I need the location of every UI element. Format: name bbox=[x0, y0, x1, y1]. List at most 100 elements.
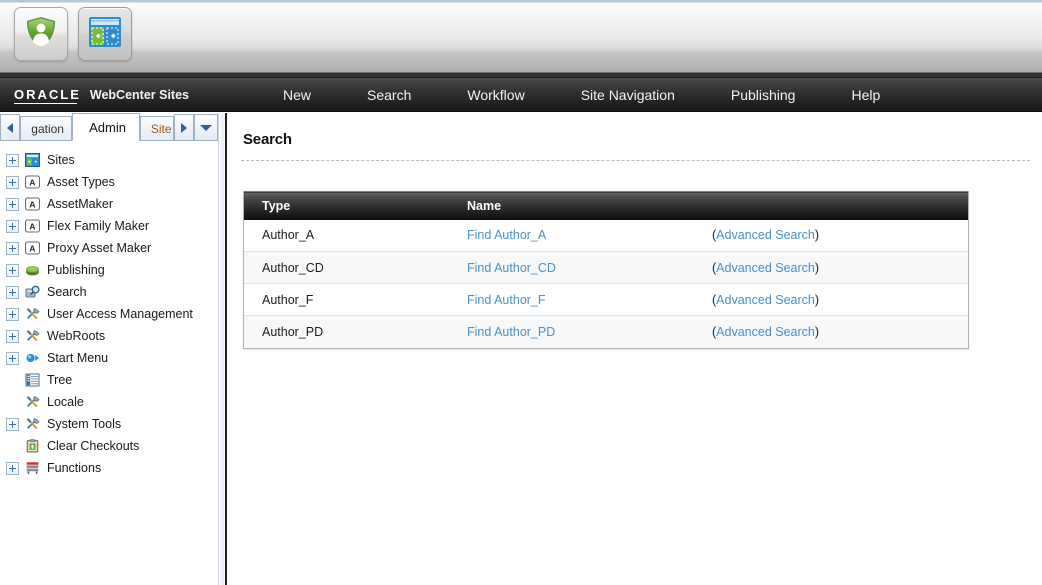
brand-menu-bar: ORACLE WebCenter Sites New Search Workfl… bbox=[0, 78, 1042, 112]
advanced-search-link[interactable]: Advanced Search bbox=[716, 325, 815, 339]
cell-type: Author_A bbox=[262, 228, 315, 243]
chevron-down-icon bbox=[200, 124, 213, 131]
toolbar-button-group bbox=[14, 7, 132, 61]
tree-item-locale[interactable]: Locale bbox=[0, 391, 218, 413]
main-content: Search Type Name Author_A Find Author_A bbox=[229, 113, 1042, 585]
advanced-search-link[interactable]: Advanced Search bbox=[716, 293, 815, 307]
tree-item-label: Search bbox=[47, 284, 87, 299]
tree-item-webroots[interactable]: WebRoots bbox=[0, 325, 218, 347]
cell-name: Find Author_PD bbox=[449, 315, 694, 348]
sites-icon bbox=[24, 152, 41, 168]
tree-item-asset-types[interactable]: A Asset Types bbox=[0, 171, 218, 193]
expand-toggle-icon[interactable] bbox=[6, 351, 19, 365]
cell-advanced-search: (Advanced Search) bbox=[694, 251, 968, 284]
tree-item-label: Start Menu bbox=[47, 350, 109, 365]
panel-splitter[interactable] bbox=[219, 113, 227, 585]
search-results-panel: Type Name Author_A Find Author_A (Advanc… bbox=[243, 191, 969, 349]
product-name: WebCenter Sites bbox=[89, 87, 189, 102]
cell-type: Author_CD bbox=[244, 251, 449, 284]
tree-item-label: WebRoots bbox=[47, 328, 106, 343]
functions-icon bbox=[24, 460, 41, 476]
find-link[interactable]: Find Author_PD bbox=[467, 325, 555, 339]
table-header-row: Type Name bbox=[244, 191, 968, 220]
title-divider bbox=[241, 160, 1030, 161]
table-row: Author_PD Find Author_PD (Advanced Searc… bbox=[244, 315, 968, 348]
asset-a-icon: A bbox=[24, 174, 41, 190]
search-types-table: Type Name Author_A Find Author_A (Advanc… bbox=[244, 191, 968, 348]
find-link[interactable]: Find Author_A bbox=[467, 228, 546, 242]
expand-toggle-icon[interactable] bbox=[6, 307, 19, 321]
search-icon bbox=[24, 284, 41, 300]
tree-item-system-tools[interactable]: System Tools bbox=[0, 413, 218, 435]
expand-toggle-icon[interactable] bbox=[6, 417, 19, 431]
tab-scroll-next-button[interactable] bbox=[173, 114, 195, 140]
shield-person-icon bbox=[24, 15, 58, 54]
tree-item-label: AssetMaker bbox=[47, 196, 113, 211]
menu-item-help[interactable]: Help bbox=[823, 78, 908, 111]
expand-toggle-icon[interactable] bbox=[6, 461, 19, 475]
find-link[interactable]: Find Author_F bbox=[467, 293, 546, 307]
tools-icon bbox=[24, 328, 41, 344]
svg-text:A: A bbox=[29, 199, 35, 209]
expand-toggle-icon[interactable] bbox=[6, 175, 19, 189]
tree-item-user-access-management[interactable]: User Access Management bbox=[0, 303, 218, 325]
tab-list-dropdown-button[interactable] bbox=[194, 114, 218, 140]
menu-item-site-navigation[interactable]: Site Navigation bbox=[553, 78, 703, 111]
contributor-shield-button[interactable] bbox=[14, 7, 68, 61]
tree-list-icon bbox=[24, 372, 41, 388]
tree-item-assetmaker[interactable]: A AssetMaker bbox=[0, 193, 218, 215]
table-row: Author_F Find Author_F (Advanced Search) bbox=[244, 283, 968, 316]
tree-item-flex-family-maker[interactable]: A Flex Family Maker bbox=[0, 215, 218, 237]
cell-type: Author_PD bbox=[244, 315, 449, 348]
tree-item-label: Locale bbox=[47, 394, 84, 409]
application-window: ORACLE WebCenter Sites New Search Workfl… bbox=[0, 0, 1042, 585]
oracle-wordmark: ORACLE bbox=[14, 86, 81, 104]
paren-close: ) bbox=[814, 228, 820, 243]
advanced-search-link[interactable]: Advanced Search bbox=[716, 261, 815, 275]
tab-site[interactable]: Site bbox=[139, 116, 174, 140]
tree-item-label: Tree bbox=[47, 372, 73, 387]
expand-toggle-icon[interactable] bbox=[6, 197, 19, 211]
chevron-left-icon bbox=[7, 122, 14, 133]
menu-item-new[interactable]: New bbox=[255, 78, 339, 111]
column-header-name[interactable]: Name bbox=[449, 191, 694, 220]
chevron-right-icon bbox=[180, 122, 187, 133]
cell-advanced-search: (Advanced Search) bbox=[694, 220, 968, 252]
menu-item-publishing[interactable]: Publishing bbox=[703, 78, 824, 111]
tab-admin[interactable]: Admin bbox=[72, 113, 140, 141]
cell-name: Find Author_A bbox=[449, 220, 694, 252]
menu-item-search[interactable]: Search bbox=[339, 78, 439, 111]
clipboard-up-icon bbox=[24, 438, 41, 454]
expand-spacer bbox=[6, 440, 19, 453]
expand-toggle-icon[interactable] bbox=[6, 285, 19, 299]
tree-item-search[interactable]: Search bbox=[0, 281, 218, 303]
tree-item-tree[interactable]: Tree bbox=[0, 369, 218, 391]
menu-item-workflow[interactable]: Workflow bbox=[439, 78, 552, 111]
expand-toggle-icon[interactable] bbox=[6, 241, 19, 255]
tree-item-clear-checkouts[interactable]: Clear Checkouts bbox=[0, 435, 218, 457]
tree-item-label: Sites bbox=[47, 152, 75, 167]
tab-site-navigation[interactable]: gation bbox=[20, 116, 73, 140]
expand-toggle-icon[interactable] bbox=[6, 219, 19, 233]
tools-icon bbox=[24, 394, 41, 410]
tree-item-start-menu[interactable]: Start Menu bbox=[0, 347, 218, 369]
site-layout-button[interactable] bbox=[78, 7, 132, 61]
tree-item-publishing[interactable]: Publishing bbox=[0, 259, 218, 281]
tab-scroll-prev-button[interactable] bbox=[0, 114, 21, 140]
expand-toggle-icon[interactable] bbox=[6, 329, 19, 343]
expand-toggle-icon[interactable] bbox=[6, 153, 19, 167]
find-link[interactable]: Find Author_CD bbox=[467, 261, 556, 275]
cell-advanced-search: (Advanced Search) bbox=[694, 283, 968, 316]
column-header-type[interactable]: Type bbox=[244, 191, 449, 220]
table-row: Author_CD Find Author_CD (Advanced Searc… bbox=[244, 251, 968, 284]
asset-a-icon: A bbox=[24, 196, 41, 212]
advanced-search-link[interactable]: Advanced Search bbox=[716, 228, 815, 242]
tree-item-proxy-asset-maker[interactable]: A Proxy Asset Maker bbox=[0, 237, 218, 259]
publishing-icon bbox=[24, 262, 41, 278]
tree-item-functions[interactable]: Functions bbox=[0, 457, 218, 479]
expand-spacer bbox=[6, 374, 19, 387]
asset-a-icon: A bbox=[24, 218, 41, 234]
tree-item-sites[interactable]: Sites bbox=[0, 149, 218, 171]
tree-item-label: Asset Types bbox=[47, 174, 115, 189]
expand-toggle-icon[interactable] bbox=[6, 263, 19, 277]
